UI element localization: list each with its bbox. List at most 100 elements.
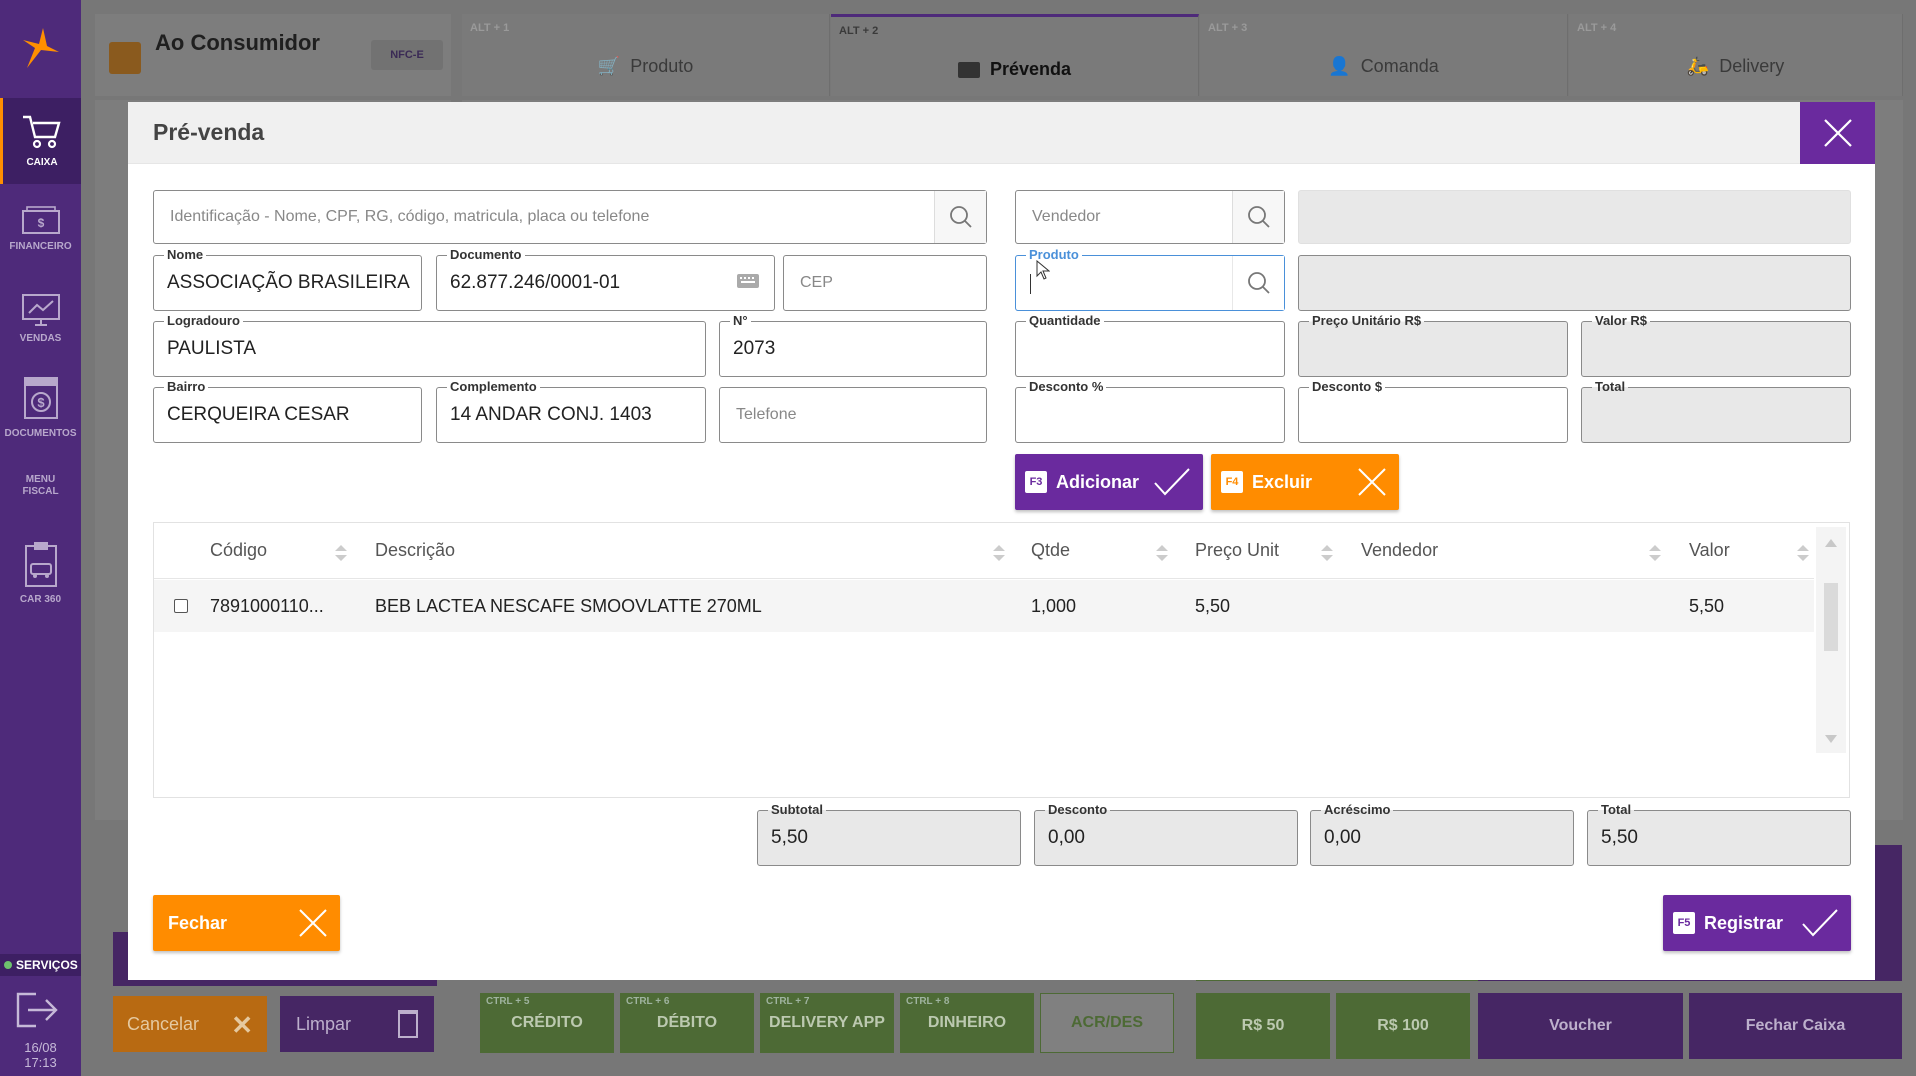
sidebar-item-financeiro[interactable]: $ FINANCEIRO [0,205,81,265]
vendedor-input[interactable]: Vendedor [1015,190,1285,244]
field-value: 5,50 [1601,827,1638,848]
quantidade-input[interactable]: Quantidade [1015,313,1285,377]
logout-icon[interactable] [14,990,60,1035]
field-value: 14 ANDAR CONJ. 1403 [450,404,652,425]
search-icon[interactable] [1232,191,1284,243]
trash-icon [398,1010,418,1038]
column-header-preco[interactable]: Preço Unit [1195,523,1280,579]
desconto-pct-input[interactable]: Desconto % [1015,379,1285,443]
numero-field[interactable]: N° 2073 [719,313,987,377]
modal-close-button[interactable] [1800,102,1875,164]
rs50-button[interactable]: R$ 50 [1196,993,1330,1059]
mouse-pointer-icon [1036,259,1051,285]
table-scrollbar[interactable] [1816,527,1846,753]
produto-input[interactable]: Produto [1015,247,1285,311]
fechar-button[interactable]: Fechar [153,895,340,951]
cell-codigo: 7891000110... [210,595,324,616]
scroll-up-icon[interactable] [1825,539,1837,547]
field-value: 5,50 [771,827,808,848]
sidebar-item-documentos[interactable]: $ DOCUMENTOS [0,374,81,444]
dinheiro-button[interactable]: CTRL + 8 DINHEIRO [900,993,1034,1053]
search-icon[interactable] [1232,256,1284,310]
sidebar-item-vendas[interactable]: VENDAS [0,293,81,353]
delivery-app-button[interactable]: CTRL + 7 DELIVERY APP [760,993,894,1053]
excluir-button[interactable]: F4 Excluir [1211,454,1399,510]
tab-comanda[interactable]: ALT + 3 👤 Comanda [1200,14,1568,96]
servicos-label: SERVIÇOS [16,958,78,972]
cancelar-button[interactable]: Cancelar ✕ [113,996,267,1052]
sort-icon[interactable] [334,543,348,563]
button-label: R$ 100 [1377,1017,1429,1034]
column-header-label: Preço Unit [1195,540,1280,560]
scrollbar-thumb[interactable] [1824,583,1838,651]
sidebar-item-caixa[interactable]: CAIXA [0,98,81,184]
sort-icon[interactable] [1320,543,1334,563]
svg-text:$: $ [37,395,45,410]
scooter-icon: 🛵 [1686,56,1710,76]
customer-panel[interactable]: Ao Consumidor NFC-E [95,14,451,96]
rs100-button[interactable]: R$ 100 [1336,993,1470,1059]
credito-button[interactable]: CTRL + 5 CRÉDITO [480,993,614,1053]
button-label: Fechar Caixa [1745,1017,1846,1034]
table-row[interactable]: 7891000110... BEB LACTEA NESCAFE SMOOVLA… [154,580,1814,632]
button-label: Voucher [1549,1017,1612,1034]
person-icon: 👤 [1328,56,1351,76]
sort-icon[interactable] [1648,543,1662,563]
row-checkbox[interactable] [174,599,188,613]
sort-icon[interactable] [992,543,1006,563]
scroll-down-icon[interactable] [1825,735,1837,743]
tab-shortcut: ALT + 2 [839,25,879,37]
keyboard-icon[interactable] [736,272,760,297]
total-field: Total 5,50 [1587,802,1851,866]
adicionar-button[interactable]: F3 Adicionar [1015,454,1203,510]
limpar-button[interactable]: Limpar [280,996,434,1052]
desconto-total-field: Desconto 0,00 [1034,802,1298,866]
money-icon: $ [21,206,60,234]
desconto-val-input[interactable]: Desconto $ [1298,379,1568,443]
identificacao-input[interactable]: Identificação - Nome, CPF, RG, código, m… [153,190,987,244]
documento-field[interactable]: Documento 62.877.246/0001-01 [436,247,775,311]
status-dot [4,961,12,969]
nfce-badge[interactable]: NFC-E [371,40,443,70]
field-label: Produto [1026,247,1082,262]
button-label: R$ 50 [1241,1017,1285,1034]
fechar-caixa-button[interactable]: Fechar Caixa [1689,993,1902,1059]
button-label: Adicionar [1056,471,1140,492]
voucher-button[interactable]: Voucher [1478,993,1683,1059]
telefone-input[interactable]: Telefone [719,387,987,443]
column-header-codigo[interactable]: Código [210,523,268,579]
column-header-qtde[interactable]: Qtde [1031,523,1071,579]
sort-icon[interactable] [1796,543,1810,563]
tab-delivery[interactable]: ALT + 4 🛵 Delivery [1569,14,1903,96]
prevenda-modal: Pré-venda Identificação - Nome, CPF, RG,… [128,102,1875,980]
registrar-button[interactable]: F5 Registrar [1663,895,1851,951]
button-label: ACR/DES [1070,1014,1143,1031]
column-header-label: Valor [1689,540,1730,560]
sort-icon[interactable] [1155,543,1169,563]
column-header-label: Código [210,540,268,560]
field-label: Quantidade [1026,313,1104,328]
cep-input[interactable]: CEP [783,255,987,311]
app-logo [0,0,81,96]
column-header-valor[interactable]: Valor [1689,523,1730,579]
tab-prevenda[interactable]: ALT + 2 Prévenda [831,14,1199,96]
sidebar-item-label: VENDAS [19,333,62,344]
sidebar-item-menu-fiscal[interactable]: MENU FISCAL [0,474,81,504]
sidebar: CAIXA $ FINANCEIRO VENDAS $ DOCUMENTOS M… [0,0,81,1076]
sidebar-item-car360[interactable]: CAR 360 [0,540,81,610]
debito-button[interactable]: CTRL + 6 DÉBITO [620,993,754,1053]
tab-shortcut: ALT + 1 [470,22,510,34]
bairro-field[interactable]: Bairro CERQUEIRA CESAR [153,379,422,443]
tab-produto[interactable]: ALT + 1 🛒 Produto [462,14,830,96]
search-icon[interactable] [934,191,986,243]
column-header-vendedor[interactable]: Vendedor [1361,523,1439,579]
column-header-descricao[interactable]: Descrição [375,523,456,579]
logradouro-field[interactable]: Logradouro PAULISTA [153,313,706,377]
button-label: Registrar [1704,912,1784,933]
servicos-status[interactable]: SERVIÇOS [0,954,81,976]
complemento-field[interactable]: Complemento 14 ANDAR CONJ. 1403 [436,379,706,443]
nome-field[interactable]: Nome ASSOCIAÇÃO BRASILEIRA D [153,247,422,311]
tab-shortcut: ALT + 3 [1208,22,1248,34]
column-header-label: Vendedor [1361,540,1439,560]
acr-des-button[interactable]: ACR/DES [1040,993,1174,1053]
